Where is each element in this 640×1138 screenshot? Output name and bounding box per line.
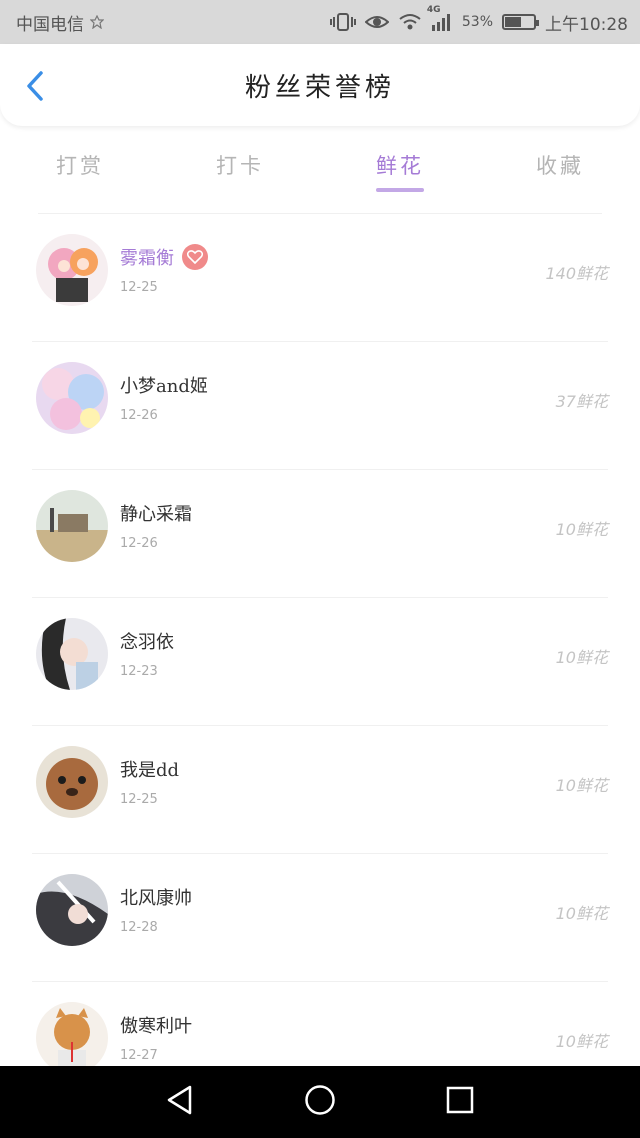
avatar[interactable] — [36, 1002, 108, 1066]
avatar[interactable] — [36, 362, 108, 434]
fan-date: 12-26 — [120, 408, 158, 423]
flower-count: 10鲜花 — [555, 520, 608, 539]
avatar[interactable] — [36, 746, 108, 818]
avatar[interactable] — [36, 618, 108, 690]
fan-list: 雾霜衡 12-25 140鲜花小梦and姬 12-26 37鲜花静心采霜 12-26 10鲜… — [0, 214, 640, 1066]
fan-name: 雾霜衡 — [120, 248, 174, 269]
flower-count: 10鲜花 — [555, 1032, 608, 1051]
vibrate-icon — [329, 12, 356, 32]
fan-name: 静心采霜 — [120, 504, 192, 525]
avatar[interactable] — [36, 874, 108, 946]
flower-count: 10鲜花 — [555, 648, 608, 667]
name-line: 北风康帅 — [120, 884, 192, 910]
list-item[interactable]: 北风康帅 12-28 10鲜花 — [32, 854, 608, 982]
name-line: 小梦and姬 — [120, 372, 208, 398]
list-item[interactable]: 小梦and姬 12-26 37鲜花 — [32, 342, 608, 470]
system-nav-bar — [0, 1066, 640, 1138]
avatar[interactable] — [36, 490, 108, 562]
heart-badge-icon — [182, 244, 208, 270]
page-title: 粉丝荣誉榜 — [244, 72, 395, 103]
tab-bar: 打赏 打卡 鲜花 收藏 — [0, 136, 640, 196]
tab-1[interactable]: 打卡 — [160, 136, 320, 196]
list-item[interactable]: 念羽依 12-23 10鲜花 — [32, 598, 608, 726]
nav-recent-button[interactable] — [430, 1072, 490, 1132]
wifi-icon — [398, 13, 422, 31]
name-line: 我是dd — [120, 756, 179, 782]
list-item[interactable]: 雾霜衡 12-25 140鲜花 — [32, 214, 608, 342]
nav-back-button[interactable] — [150, 1072, 210, 1132]
tab-label: 收藏 — [536, 154, 584, 178]
flower-count: 140鲜花 — [545, 264, 608, 283]
fan-name: 傲寒利叶 — [120, 1016, 192, 1037]
fan-name: 念羽依 — [120, 632, 174, 653]
flower-count: 10鲜花 — [555, 904, 608, 923]
name-line: 静心采霜 — [120, 500, 192, 526]
flower-count: 10鲜花 — [555, 776, 608, 795]
fan-date: 12-23 — [120, 664, 158, 679]
triangle-back-icon — [165, 1084, 195, 1120]
fan-date: 12-26 — [120, 536, 158, 551]
list-item[interactable]: 我是dd 12-25 10鲜花 — [32, 726, 608, 854]
fan-name: 我是dd — [120, 760, 180, 781]
fan-date: 12-25 — [120, 280, 158, 295]
tab-label: 打赏 — [56, 154, 104, 178]
clock: 上午10:28 — [545, 14, 628, 35]
tab-label: 鲜花 — [376, 154, 424, 178]
tab-active-indicator — [376, 188, 424, 192]
signal-icon: 4G — [427, 5, 453, 31]
flower-count: 37鲜花 — [555, 392, 608, 411]
fan-name: 北风康帅 — [120, 888, 192, 909]
name-line: 念羽依 — [120, 628, 174, 654]
tab-2[interactable]: 鲜花 — [320, 136, 480, 196]
name-line: 雾霜衡 — [120, 244, 208, 270]
battery-fill — [505, 17, 521, 27]
tab-3[interactable]: 收藏 — [480, 136, 640, 196]
battery-icon — [502, 14, 539, 30]
notification-icon — [90, 15, 104, 29]
back-button[interactable] — [20, 70, 50, 106]
list-item[interactable]: 傲寒利叶 12-27 10鲜花 — [32, 982, 608, 1066]
square-recent-icon — [446, 1086, 474, 1118]
circle-home-icon — [304, 1084, 336, 1120]
nav-home-button[interactable] — [290, 1072, 350, 1132]
page-header: 粉丝荣誉榜 — [0, 44, 640, 126]
tab-label: 打卡 — [216, 154, 264, 178]
chevron-left-icon — [25, 70, 45, 106]
tab-0[interactable]: 打赏 — [0, 136, 160, 196]
fan-date: 12-25 — [120, 792, 158, 807]
list-item[interactable]: 静心采霜 12-26 10鲜花 — [32, 470, 608, 598]
fan-date: 12-28 — [120, 920, 158, 935]
battery-percent: 53% — [461, 14, 493, 30]
network-type-label: 4G — [426, 5, 441, 15]
eye-icon — [364, 13, 389, 31]
carrier-label: 中国电信 — [16, 14, 84, 35]
fan-name: 小梦and姬 — [120, 376, 208, 397]
fan-date: 12-27 — [120, 1048, 158, 1063]
avatar[interactable] — [36, 234, 108, 306]
name-line: 傲寒利叶 — [120, 1012, 192, 1038]
status-bar: 中国电信 4G 53% 上午10:28 — [0, 0, 640, 44]
